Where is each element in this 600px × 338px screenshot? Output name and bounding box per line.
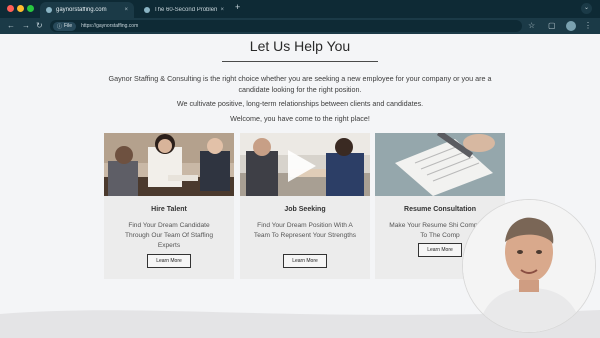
forward-icon[interactable]: → [22, 21, 30, 30]
browser-toolbar: ← → ↻ ⓘ File https://gaynorstaffing.com … [0, 18, 600, 34]
globe-icon [144, 7, 150, 13]
close-tab-icon[interactable]: × [124, 7, 128, 13]
menu-icon[interactable]: ⋮ [584, 21, 592, 30]
hire-talent-image [104, 133, 234, 196]
card-description: Find Your Dream Candidate Through Our Te… [124, 222, 214, 249]
resume-consultation-image [375, 133, 505, 196]
new-tab-button[interactable]: + [235, 2, 240, 12]
maximize-window-button[interactable] [27, 5, 34, 12]
card-title: Job Seeking [284, 206, 326, 213]
card-title: Resume Consultation [404, 206, 476, 213]
tab-gaynorstaffing[interactable]: gaynorstaffing.com × [40, 2, 134, 18]
globe-icon [46, 7, 52, 13]
close-window-button[interactable] [7, 5, 14, 12]
card-job-seeking: Job Seeking Find Your Dream Position Wit… [240, 133, 370, 279]
browser-tabstrip: gaynorstaffing.com × The 60-Second Probl… [0, 0, 600, 18]
card-hire-talent: Hire Talent Find Your Dream Candidate Th… [104, 133, 234, 279]
tab-title: gaynorstaffing.com [56, 7, 107, 13]
address-bar[interactable]: ⓘ File https://gaynorstaffing.com [50, 20, 522, 32]
extensions-icon[interactable]: ▢ [548, 21, 556, 30]
site-info-chip[interactable]: ⓘ File [53, 21, 77, 31]
intro-paragraph: Gaynor Staffing & Consulting is the righ… [108, 74, 492, 94]
reload-icon[interactable]: ↻ [36, 21, 43, 30]
back-icon[interactable]: ← [7, 21, 15, 30]
tab-search-icon[interactable]: ⌄ [581, 3, 592, 14]
heading-divider [222, 61, 378, 62]
learn-more-button[interactable]: Learn More [283, 254, 327, 268]
play-icon[interactable] [288, 150, 316, 182]
learn-more-button[interactable]: Learn More [418, 243, 462, 257]
relationships-paragraph: We cultivate positive, long-term relatio… [176, 99, 424, 108]
profile-avatar[interactable] [566, 21, 576, 31]
star-icon[interactable]: ☆ [528, 21, 535, 30]
presenter-video [463, 200, 595, 332]
url-text[interactable]: https://gaynorstaffing.com [81, 23, 138, 29]
presenter-webcam-overlay [462, 199, 596, 333]
job-seeking-image [240, 133, 370, 196]
tab-60-second-problem[interactable]: The 60-Second Problem — 5 × [138, 2, 230, 18]
card-description: Find Your Dream Position With A Team To … [253, 222, 357, 239]
info-icon: ⓘ [57, 23, 63, 30]
learn-more-button[interactable]: Learn More [147, 254, 191, 268]
tab-title: The 60-Second Problem — 5 [154, 7, 218, 13]
minimize-window-button[interactable] [17, 5, 24, 12]
card-title: Hire Talent [151, 206, 187, 213]
welcome-paragraph: Welcome, you have come to the right plac… [230, 114, 370, 123]
close-tab-icon[interactable]: × [220, 7, 224, 13]
page-title: Let Us Help You [249, 38, 351, 54]
site-info-label: File [64, 23, 73, 29]
